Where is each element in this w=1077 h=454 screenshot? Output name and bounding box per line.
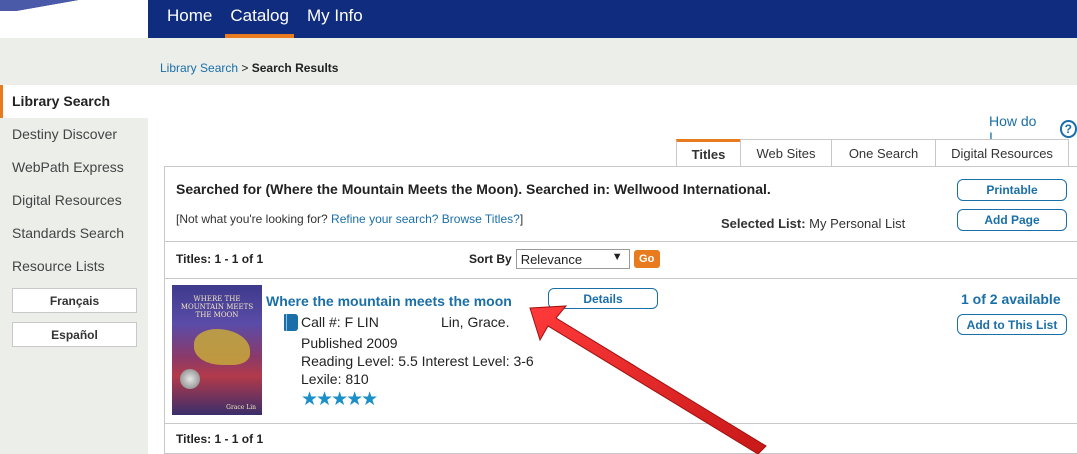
breadcrumb-library-search[interactable]: Library Search (160, 61, 238, 75)
sidebar-item-library-search[interactable]: Library Search (0, 85, 148, 118)
tab-titles[interactable]: Titles (676, 139, 741, 166)
sort-by-label: Sort By (469, 252, 512, 266)
reading-level: Reading Level: 5.5 Interest Level: 3-6 (301, 353, 534, 369)
nav-home[interactable]: Home (158, 0, 221, 38)
tab-digital-resources[interactable]: Digital Resources (935, 139, 1069, 166)
newbery-medal-icon (180, 369, 200, 389)
breadcrumb: Library Search > Search Results (160, 61, 338, 75)
sidebar-item-webpath-express[interactable]: WebPath Express (0, 151, 148, 184)
sidebar: Library Search Destiny Discover WebPath … (0, 85, 148, 454)
browse-titles-link[interactable]: Browse Titles? (442, 212, 520, 226)
sidebar-item-standards-search[interactable]: Standards Search (0, 217, 148, 250)
logo (0, 0, 148, 38)
not-what-suffix: ] (519, 212, 524, 226)
breadcrumb-current: Search Results (251, 61, 339, 75)
selected-list-value: My Personal List (809, 216, 906, 231)
result-tabs: Titles Web Sites One Search Digital Reso… (676, 139, 1069, 166)
selected-list-label: Selected List: (721, 216, 806, 231)
book-title-link[interactable]: Where the mountain meets the moon (266, 293, 512, 309)
selected-list: Selected List: My Personal List (721, 216, 905, 231)
add-page-button[interactable]: Add Page (957, 209, 1067, 231)
top-nav-bar: Home Catalog My Info (0, 0, 1077, 38)
searched-for-text: Searched for (Where the Mountain Meets t… (176, 181, 771, 197)
question-circle-icon: ? (1059, 120, 1077, 138)
sort-by: Sort By Relevance ▼ Go (469, 249, 660, 269)
nav-my-info[interactable]: My Info (298, 0, 372, 38)
breadcrumb-separator: > (238, 61, 252, 75)
add-to-this-list-button[interactable]: Add to This List (957, 314, 1067, 335)
sidebar-item-digital-resources[interactable]: Digital Resources (0, 184, 148, 217)
nav-catalog[interactable]: Catalog (221, 0, 298, 38)
cover-title: Where the Mountain Meets the Moon (180, 295, 254, 319)
chevron-down-icon: ▼ (611, 251, 623, 263)
language-french-button[interactable]: Français (12, 288, 137, 313)
language-spanish-button[interactable]: Español (12, 322, 137, 347)
call-number: Call #: F LIN (301, 314, 379, 330)
book-cover-image[interactable]: Where the Mountain Meets the Moon Grace … (172, 285, 262, 415)
main-nav: Home Catalog My Info (158, 0, 372, 38)
details-button[interactable]: Details (548, 288, 658, 309)
not-what-looking-for: [Not what you're looking for? Refine you… (176, 212, 523, 226)
printable-button[interactable]: Printable (957, 179, 1067, 201)
divider (165, 241, 1077, 242)
availability: 1 of 2 available (961, 291, 1061, 307)
sidebar-item-resource-lists[interactable]: Resource Lists (0, 250, 148, 283)
sort-select-value: Relevance (520, 251, 583, 267)
sidebar-item-destiny-discover[interactable]: Destiny Discover (0, 118, 148, 151)
cover-author: Grace Lin (226, 404, 256, 411)
book-icon (284, 314, 298, 331)
lexile: Lexile: 810 (301, 371, 369, 387)
not-what-prefix: [Not what you're looking for? (176, 212, 332, 226)
titles-count-top: Titles: 1 - 1 of 1 (176, 252, 264, 266)
sort-select[interactable]: Relevance ▼ (515, 249, 630, 269)
published-year: Published 2009 (301, 335, 398, 351)
author-name: Lin, Grace. (441, 314, 510, 330)
breadcrumb-band: Library Search > Search Results (0, 38, 1077, 85)
go-button[interactable]: Go (633, 250, 660, 268)
divider (165, 278, 1077, 279)
tab-web-sites[interactable]: Web Sites (740, 139, 832, 166)
divider (165, 423, 1077, 424)
page: Home Catalog My Info Library Search > Se… (0, 0, 1077, 454)
refine-search-link[interactable]: Refine your search? (331, 212, 438, 226)
tab-one-search[interactable]: One Search (831, 139, 936, 166)
star-rating-icon: ★★★★★ (301, 389, 378, 410)
titles-count-bottom: Titles: 1 - 1 of 1 (176, 432, 264, 446)
cover-dragon-art (194, 329, 250, 365)
results-panel: Searched for (Where the Mountain Meets t… (164, 166, 1077, 454)
